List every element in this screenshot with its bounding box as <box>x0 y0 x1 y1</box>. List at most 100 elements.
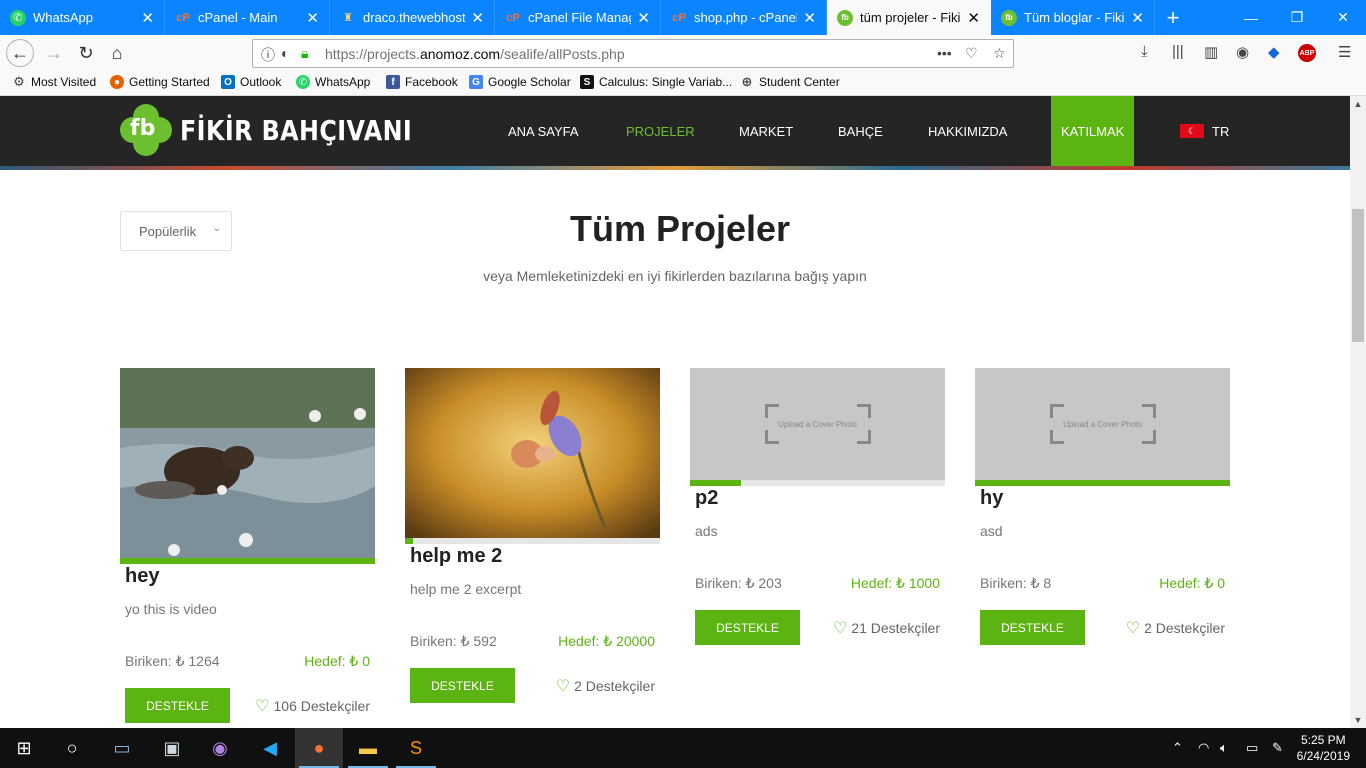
bookmark-facebook[interactable]: f Facebook <box>386 75 458 89</box>
bookmark-star-icon[interactable]: ☆ <box>993 45 1006 62</box>
home-button[interactable]: ⌂ <box>103 39 131 67</box>
tab-whatsapp[interactable]: ✆ WhatsApp ✕ <box>0 0 165 35</box>
bookmark-outlook[interactable]: O Outlook <box>221 75 281 89</box>
facebook-icon: f <box>386 75 400 89</box>
account-icon[interactable]: ◉ <box>1236 43 1249 61</box>
tab-shop-php[interactable]: cP shop.php - cPanel F ✕ <box>661 0 827 35</box>
start-button[interactable]: ⊞ <box>0 728 48 768</box>
supporters-count: ♡ 2 Destekçiler <box>1126 618 1225 638</box>
banner-strip <box>0 166 1350 170</box>
project-stats: Biriken: ₺ 203 Hedef: ₺ 1000 <box>695 575 940 592</box>
menu-hakkimizda[interactable]: HAKKIMIZDA <box>928 96 1007 166</box>
tab-tum-projeler[interactable]: fb tüm projeler - Fikir B ✕ <box>827 0 991 35</box>
back-button[interactable]: ← <box>6 39 34 67</box>
page-actions-icon[interactable]: ••• <box>937 45 952 61</box>
new-tab-button[interactable]: + <box>1150 0 1196 35</box>
battery-icon[interactable]: ▭ <box>1246 740 1258 756</box>
tray-chevron-up-icon[interactable]: ⌃ <box>1172 740 1183 756</box>
pocket-icon[interactable]: ♡ <box>965 45 978 62</box>
taskbar-app-file-explorer[interactable]: ▬ <box>344 728 392 768</box>
scroll-down-icon[interactable]: ▼ <box>1350 712 1366 728</box>
project-title[interactable]: p2 <box>695 486 945 510</box>
support-button[interactable]: DESTEKLE <box>980 610 1085 645</box>
close-icon[interactable]: ✕ <box>637 9 650 27</box>
download-icon[interactable]: ⤓ <box>1141 43 1148 60</box>
page-scrollbar[interactable]: ▲ ▼ <box>1350 96 1366 728</box>
tab-cpanel-main[interactable]: cP cPanel - Main ✕ <box>165 0 330 35</box>
restore-button[interactable]: ❐ <box>1274 0 1320 35</box>
tab-cpanel-file-manager[interactable]: cP cPanel File Manage ✕ <box>495 0 661 35</box>
butterfly-photo[interactable] <box>405 368 660 538</box>
language-switch[interactable]: ☾ TR <box>1180 96 1229 166</box>
close-icon[interactable]: ✕ <box>1131 9 1144 27</box>
close-window-button[interactable]: ✕ <box>1320 0 1366 35</box>
lock-icon[interactable]: 🔒︎ <box>301 45 308 62</box>
taskbar-app-photos[interactable]: ▣ <box>148 728 196 768</box>
bookmark-getting-started[interactable]: ● Getting Started <box>110 75 210 89</box>
extension-icon[interactable]: ◆ <box>1268 43 1280 61</box>
support-button[interactable]: DESTEKLE <box>410 668 515 703</box>
adblock-icon[interactable]: ABP <box>1298 44 1316 62</box>
volume-muted-icon[interactable]: 🔈︎ <box>1220 740 1228 756</box>
project-title[interactable]: help me 2 <box>410 544 660 568</box>
site-logo[interactable]: fb FİKİR BAHÇIVANI <box>120 104 453 156</box>
firefox-icon: ● <box>313 737 325 758</box>
url-text[interactable]: https://projects.anomoz.com/sealife/allP… <box>325 46 625 62</box>
menu-bahce[interactable]: BAHÇE <box>838 96 883 166</box>
reload-button[interactable]: ↻ <box>72 39 100 67</box>
library-icon[interactable]: ||| <box>1172 43 1184 60</box>
close-icon[interactable]: ✕ <box>967 9 980 27</box>
close-icon[interactable]: ✕ <box>141 9 154 27</box>
project-title[interactable]: hey <box>125 564 375 588</box>
bookmark-google-scholar[interactable]: G Google Scholar <box>469 75 571 89</box>
logo-text: FİKİR BAHÇIVANI <box>180 113 413 147</box>
bookmark-most-visited[interactable]: ⚙ Most Visited <box>12 74 96 89</box>
minimize-button[interactable]: — <box>1228 0 1274 35</box>
scroll-up-icon[interactable]: ▲ <box>1350 96 1366 112</box>
bookmark-calculus[interactable]: S Calculus: Single Variab... <box>580 75 732 89</box>
tab-title: tüm projeler - Fikir B <box>860 10 961 25</box>
cover-photo-placeholder[interactable]: Upload a Cover Photo <box>975 368 1230 480</box>
bookmark-whatsapp[interactable]: ✆ WhatsApp <box>296 75 370 89</box>
taskbar-app-vscode[interactable]: ◀ <box>246 728 294 768</box>
taskbar-app-purple[interactable]: ◉ <box>196 728 244 768</box>
sidebar-icon[interactable]: ▥ <box>1204 43 1218 61</box>
info-icon[interactable]: ⓘ <box>261 45 275 65</box>
project-card: Upload a Cover Photo hy asd Biriken: ₺ 8… <box>975 368 1230 645</box>
scrollbar-thumb[interactable] <box>1352 209 1364 342</box>
language-label: TR <box>1212 123 1230 139</box>
tracking-icon[interactable]: ◐ <box>281 45 289 61</box>
support-button[interactable]: DESTEKLE <box>695 610 800 645</box>
project-excerpt: yo this is video <box>125 601 217 617</box>
support-button[interactable]: DESTEKLE <box>125 688 230 723</box>
taskbar-app-firefox[interactable]: ● <box>295 728 343 768</box>
close-icon[interactable]: ✕ <box>803 9 816 27</box>
project-excerpt: help me 2 excerpt <box>410 581 522 597</box>
sort-select[interactable]: Popülerlik ⌄ <box>120 211 232 251</box>
sort-selected-value: Popülerlik <box>139 223 197 239</box>
menu-projeler[interactable]: PROJELER <box>626 96 695 166</box>
menu-icon[interactable]: ☰ <box>1338 43 1351 61</box>
wifi-icon[interactable]: ◠ <box>1198 740 1209 756</box>
cover-photo-placeholder[interactable]: Upload a Cover Photo <box>690 368 945 480</box>
menu-katilmak[interactable]: KATILMAK <box>1051 96 1134 166</box>
taskbar-clock[interactable]: 5:25 PM 6/24/2019 <box>1297 732 1350 764</box>
project-title[interactable]: hy <box>980 486 1230 510</box>
bear-river-photo[interactable] <box>120 368 375 558</box>
globe-icon: ⊕ <box>741 74 753 89</box>
tab-title: WhatsApp <box>33 10 93 25</box>
pen-icon[interactable]: ✎ <box>1272 740 1283 756</box>
taskbar-app-desktop[interactable]: ▭ <box>98 728 146 768</box>
tab-draco[interactable]: ♜ draco.thewebhostsе ✕ <box>330 0 495 35</box>
menu-market[interactable]: MARKET <box>739 96 793 166</box>
project-actions: DESTEKLE ♡ 106 Destekçiler <box>125 688 370 723</box>
tab-tum-bloglar[interactable]: fb Tüm bloglar - Fikir B ✕ <box>991 0 1155 35</box>
forward-button[interactable]: → <box>40 39 68 67</box>
bookmark-student-center[interactable]: ⊕ Student Center <box>740 74 840 89</box>
url-bar[interactable]: ⓘ ◐ 🔒︎ https://projects.anomoz.com/seali… <box>252 39 1014 68</box>
search-button[interactable]: ○ <box>48 728 96 768</box>
taskbar-app-sublime[interactable]: S <box>392 728 440 768</box>
menu-ana-sayfa[interactable]: ANA SAYFA <box>508 96 579 166</box>
close-icon[interactable]: ✕ <box>471 9 484 27</box>
close-icon[interactable]: ✕ <box>306 9 319 27</box>
